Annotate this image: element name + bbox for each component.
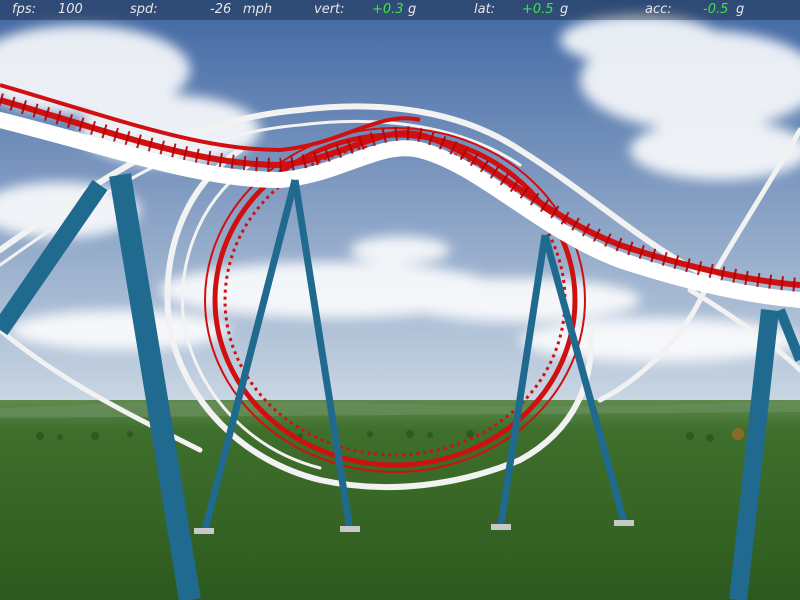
lat-label: lat:: [474, 2, 496, 17]
coaster-scene: [0, 0, 800, 600]
fps-label: fps:: [12, 2, 36, 17]
fps-value: 100: [58, 2, 83, 17]
ground: [0, 400, 800, 600]
acc-unit: g: [736, 2, 745, 17]
speed-value: -26: [210, 2, 232, 17]
speed-label: spd:: [130, 2, 158, 17]
speed-unit: mph: [243, 2, 273, 17]
vert-gforce-value: +0.3: [372, 2, 404, 17]
vert-label: vert:: [314, 2, 345, 17]
hud-bar: fps: 100 spd: -26 mph vert: +0.3 g lat: …: [0, 0, 800, 20]
acc-label: acc:: [645, 2, 672, 17]
game-viewport[interactable]: fps: 100 spd: -26 mph vert: +0.3 g lat: …: [0, 0, 800, 600]
vert-unit: g: [408, 2, 417, 17]
lat-gforce-value: +0.5: [522, 2, 554, 17]
acc-gforce-value: -0.5: [703, 2, 729, 17]
lat-unit: g: [560, 2, 569, 17]
